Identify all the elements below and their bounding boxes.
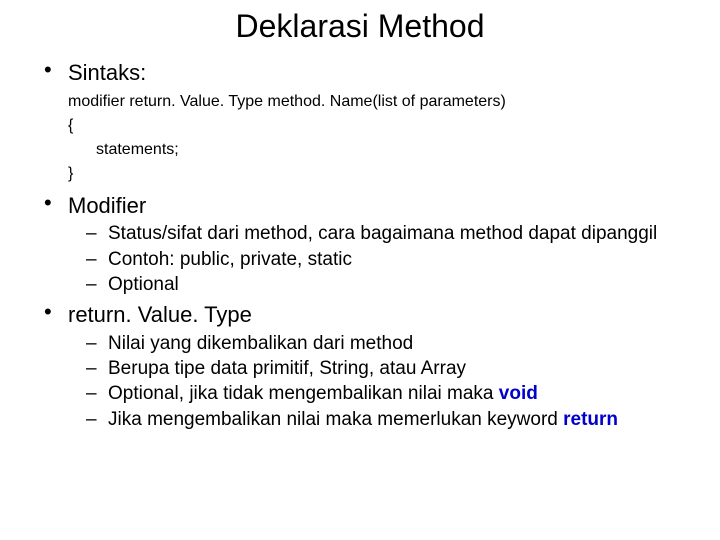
section-return-type: return. Value. Type Nilai yang dikembali… xyxy=(44,301,696,432)
keyword-void: void xyxy=(499,383,538,404)
keyword-return: return xyxy=(563,409,618,430)
list-item: Contoh: public, private, static xyxy=(86,248,696,272)
list-item: Jika mengembalikan nilai maka memerlukan… xyxy=(86,408,696,432)
modifier-list: Status/sifat dari method, cara bagaimana… xyxy=(68,222,696,297)
syntax-open-brace: { xyxy=(68,114,696,138)
page-title: Deklarasi Method xyxy=(24,8,696,45)
syntax-signature: modifier return. Value. Type method. Nam… xyxy=(68,90,696,114)
syntax-block: modifier return. Value. Type method. Nam… xyxy=(68,90,696,186)
section-modifier: Modifier Status/sifat dari method, cara … xyxy=(44,192,696,298)
list-item: Optional, jika tidak mengembalikan nilai… xyxy=(86,382,696,406)
content-list: Sintaks: modifier return. Value. Type me… xyxy=(24,59,696,432)
text: Nilai yang dikembalikan dari method xyxy=(108,333,413,354)
rvt-list: Nilai yang dikembalikan dari method Beru… xyxy=(68,332,696,432)
list-item: Status/sifat dari method, cara bagaimana… xyxy=(86,222,696,246)
text: Optional, jika tidak mengembalikan nilai… xyxy=(108,383,499,404)
list-item: Optional xyxy=(86,273,696,297)
section-sintaks: Sintaks: modifier return. Value. Type me… xyxy=(44,59,696,186)
list-item: Berupa tipe data primitif, String, atau … xyxy=(86,357,696,381)
syntax-statements: statements; xyxy=(68,138,696,162)
sintaks-head: Sintaks: xyxy=(68,59,696,88)
list-item: Nilai yang dikembalikan dari method xyxy=(86,332,696,356)
modifier-head: Modifier xyxy=(68,192,696,221)
syntax-close-brace: } xyxy=(68,162,696,186)
text: Jika mengembalikan nilai maka memerlukan… xyxy=(108,409,563,430)
text: Berupa tipe data primitif, String, atau … xyxy=(108,358,466,379)
rvt-head: return. Value. Type xyxy=(68,301,696,330)
